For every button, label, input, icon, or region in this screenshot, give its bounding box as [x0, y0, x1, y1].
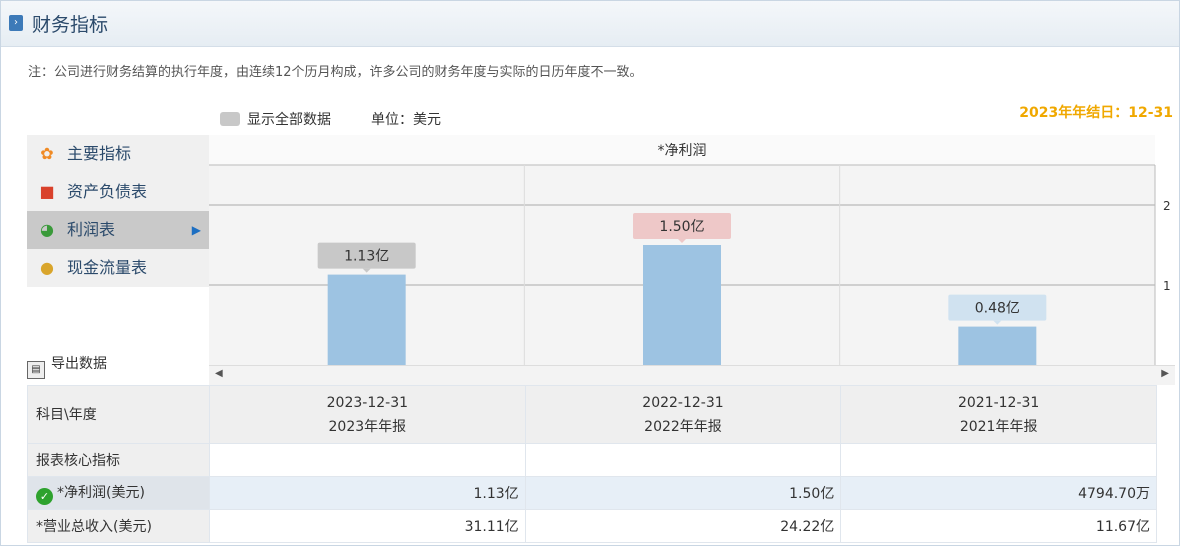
column-report: 2022年年报	[644, 418, 722, 435]
export-label: 导出数据	[51, 356, 107, 372]
chart-scrollbar[interactable]: ◀ ▶	[209, 365, 1175, 385]
table-cell: 4794.70万	[840, 476, 1157, 510]
chart-svg: *净利润 1 2 1.13亿 1.50亿 0.48亿	[209, 135, 1171, 365]
column-date: 2022-12-31	[642, 394, 724, 411]
sidebar: ✿ 主要指标 ■ 资产负债表 ◕ 利润表 ▶ ● 现金流量表	[27, 135, 209, 287]
table-cell: 31.11亿	[209, 509, 526, 543]
column-date: 2021-12-31	[957, 394, 1040, 411]
financial-table: 科目\年度 2023-12-31 2023年年报 2022-12-31 2022年年…	[27, 385, 1157, 543]
table-row[interactable]: ✓ *净利润(美元) 1.13亿 1.50亿 4794.70万	[27, 476, 1157, 510]
gear-icon: ✿	[40, 144, 54, 163]
check-icon: ✓	[36, 487, 53, 505]
table-cell: 1.13亿	[209, 476, 526, 510]
scroll-right-icon[interactable]: ▶	[1161, 368, 1169, 379]
column-date: 2023-12-31	[326, 394, 409, 411]
bar	[643, 245, 721, 365]
table-cell	[840, 443, 1157, 477]
column-report: 2023年年报	[328, 418, 407, 435]
show-all-data-icon[interactable]	[220, 112, 240, 126]
row-label: *营业总收入(美元)	[27, 509, 210, 543]
spreadsheet-icon: ▤	[27, 361, 45, 379]
y-tick-label: 2	[1163, 199, 1171, 213]
sidebar-item-label: 主要指标	[67, 144, 132, 163]
table-cell: 1.50亿	[524, 476, 842, 510]
table-cell: 11.67亿	[840, 509, 1157, 543]
column-header: 2021-12-31 2021年年报	[840, 385, 1157, 444]
table-corner: 科目\年度	[27, 385, 210, 444]
panel-title: 财务指标	[32, 14, 109, 36]
year-end-label: 2023年年结日：12-31	[1019, 105, 1173, 121]
unit-label: 单位：美元	[371, 112, 441, 128]
table-row[interactable]: *营业总收入(美元) 31.11亿 24.22亿 11.67亿	[27, 509, 1157, 543]
collapse-icon[interactable]: ›	[9, 15, 23, 31]
column-report: 2021年年报	[959, 418, 1038, 435]
table-header-row: 科目\年度 2023-12-31 2023年年报 2022-12-31 2022年年…	[27, 385, 1157, 444]
y-tick-label: 1	[1163, 279, 1171, 293]
document-icon: ■	[39, 182, 55, 201]
table-cell	[209, 443, 526, 477]
row-label: ✓ *净利润(美元)	[27, 476, 210, 510]
column-header: 2022-12-31 2022年年报	[524, 385, 842, 444]
data-label: 1.50亿	[659, 219, 704, 235]
coins-icon: ●	[40, 258, 54, 277]
table-cell	[524, 443, 842, 477]
show-all-data-toggle[interactable]: 显示全部数据	[247, 109, 331, 129]
chevron-right-icon: ▶	[191, 223, 201, 237]
bar	[327, 274, 406, 365]
sidebar-item-cash-flow[interactable]: ● 现金流量表	[27, 249, 209, 287]
section-label: 报表核心指标	[27, 443, 210, 477]
bar	[958, 326, 1037, 365]
fiscal-year-note: 注：公司进行财务结算的执行年度，由连续12个历月构成，许多公司的财务年度与实际的…	[28, 65, 643, 80]
table-cell: 24.22亿	[524, 509, 842, 543]
pie-icon: ◕	[40, 220, 54, 239]
financial-indicators-panel: › 财务指标 注：公司进行财务结算的执行年度，由连续12个历月构成，许多公司的财…	[0, 0, 1180, 546]
scroll-left-icon[interactable]: ◀	[215, 368, 223, 379]
chart-title: *净利润	[658, 143, 707, 159]
sidebar-item-label: 利润表	[67, 220, 116, 239]
row-label-text: *净利润(美元)	[57, 484, 145, 501]
sidebar-item-balance-sheet[interactable]: ■ 资产负债表	[27, 173, 209, 211]
data-label: 0.48亿	[975, 301, 1020, 317]
export-data-button[interactable]: ▤ 导出数据	[27, 353, 107, 379]
sidebar-item-label: 现金流量表	[67, 258, 148, 277]
sidebar-item-label: 资产负债表	[67, 182, 148, 201]
panel-header: › 财务指标	[1, 1, 1179, 47]
column-header: 2023-12-31 2023年年报	[209, 385, 526, 444]
sidebar-item-main-indicators[interactable]: ✿ 主要指标	[27, 135, 209, 173]
data-label: 1.13亿	[344, 249, 389, 265]
net-profit-chart: *净利润 1 2 1.13亿 1.50亿 0.48亿	[209, 135, 1175, 385]
sidebar-item-income-statement[interactable]: ◕ 利润表 ▶	[27, 211, 209, 249]
section-row: 报表核心指标	[27, 443, 1157, 477]
